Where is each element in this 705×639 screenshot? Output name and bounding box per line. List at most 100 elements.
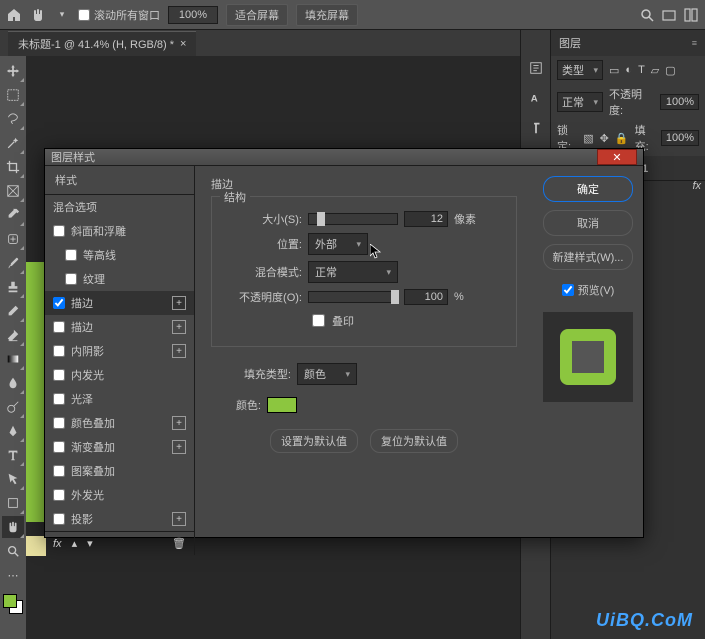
paragraph-panel-icon[interactable] <box>526 118 546 138</box>
fx-color-overlay[interactable]: 颜色叠加+ <box>45 411 194 435</box>
scroll-all-windows-checkbox[interactable]: 滚动所有窗口 <box>78 7 160 23</box>
fill-screen-button[interactable]: 填充屏幕 <box>296 4 358 26</box>
layers-tab-label[interactable]: 图层 <box>559 35 581 51</box>
arrange-icon[interactable] <box>683 7 699 23</box>
add-stroke2-icon[interactable]: + <box>172 320 186 334</box>
size-slider[interactable] <box>308 213 398 225</box>
stamp-tool[interactable] <box>2 276 24 298</box>
fx-footer-trash-icon[interactable]: 🗑 <box>172 537 186 550</box>
opacity-field[interactable]: 100% <box>660 94 699 110</box>
tool-preset-dropdown[interactable]: ▾ <box>54 7 70 23</box>
fx-drop-shadow[interactable]: 投影+ <box>45 507 194 531</box>
fill-type-select[interactable]: 颜色▾ <box>297 363 357 385</box>
zoom-value-field[interactable]: 100% <box>168 6 218 24</box>
fill-type-label: 填充类型: <box>211 366 291 382</box>
crop-tool[interactable] <box>2 156 24 178</box>
fit-screen-button[interactable]: 适合屏幕 <box>226 4 288 26</box>
healing-tool[interactable] <box>2 228 24 250</box>
share-icon[interactable] <box>661 7 677 23</box>
fx-badge[interactable]: fx <box>692 180 701 192</box>
add-stroke-icon[interactable]: + <box>172 296 186 310</box>
document-tab[interactable]: 未标题-1 @ 41.4% (H, RGB/8) * × <box>8 31 196 56</box>
fx-footer-down-icon[interactable]: ▾ <box>87 537 93 550</box>
opacity-slider[interactable] <box>308 291 398 303</box>
ok-button[interactable]: 确定 <box>543 176 633 202</box>
add-innershadow-icon[interactable]: + <box>172 344 186 358</box>
frame-tool[interactable] <box>2 180 24 202</box>
position-select[interactable]: 外部▾ <box>308 233 368 255</box>
fx-outer-glow[interactable]: 外发光 <box>45 483 194 507</box>
fx-satin[interactable]: 光泽 <box>45 387 194 411</box>
history-panel-icon[interactable] <box>526 58 546 78</box>
home-icon[interactable] <box>6 7 22 23</box>
fx-texture[interactable]: 纹理 <box>45 267 194 291</box>
fx-gradient-overlay[interactable]: 渐变叠加+ <box>45 435 194 459</box>
fx-footer-up-icon[interactable]: ▴ <box>72 537 78 550</box>
search-icon[interactable] <box>639 7 655 23</box>
blend-select[interactable]: 正常▾ <box>308 261 398 283</box>
lasso-tool[interactable] <box>2 108 24 130</box>
type-tool[interactable] <box>2 444 24 466</box>
fx-inner-shadow[interactable]: 内阴影+ <box>45 339 194 363</box>
size-field[interactable]: 12 <box>404 211 448 227</box>
dialog-titlebar[interactable]: 图层样式 ✕ <box>45 149 643 166</box>
add-gradoverlay-icon[interactable]: + <box>172 440 186 454</box>
fx-stroke-2[interactable]: 描边+ <box>45 315 194 339</box>
filter-adjust-icon[interactable]: ◐ <box>625 64 632 76</box>
cancel-button[interactable]: 取消 <box>543 210 633 236</box>
preview-checkbox[interactable]: 预览(V) <box>562 282 615 298</box>
zoom-tool[interactable] <box>2 540 24 562</box>
path-select-tool[interactable] <box>2 468 24 490</box>
hand-tool[interactable] <box>2 516 24 538</box>
panel-menu-icon[interactable]: ≡ <box>692 38 697 48</box>
lock-all-icon[interactable]: 🔒 <box>615 132 629 145</box>
fx-bevel[interactable]: 斜面和浮雕 <box>45 219 194 243</box>
filter-shape-icon[interactable]: ▱ <box>651 64 659 77</box>
overprint-checkbox[interactable]: 叠印 <box>308 311 354 330</box>
brush-tool[interactable] <box>2 252 24 274</box>
color-wells[interactable] <box>3 594 23 614</box>
filter-type-icon[interactable]: T <box>638 64 645 76</box>
filter-image-icon[interactable]: ▭ <box>609 64 619 77</box>
set-default-button[interactable]: 设置为默认值 <box>270 429 358 453</box>
color-swatch[interactable] <box>267 397 297 413</box>
edit-toolbar-icon[interactable]: ⋯ <box>2 564 24 586</box>
layer-kind-select[interactable]: 类型▾ <box>557 60 603 80</box>
fx-stroke-active[interactable]: 描边+ <box>45 291 194 315</box>
fill-field[interactable]: 100% <box>661 130 699 146</box>
move-tool[interactable] <box>2 60 24 82</box>
character-panel-icon[interactable]: A <box>526 88 546 108</box>
gradient-tool[interactable] <box>2 348 24 370</box>
pen-tool[interactable] <box>2 420 24 442</box>
marquee-tool[interactable] <box>2 84 24 106</box>
fx-inner-glow[interactable]: 内发光 <box>45 363 194 387</box>
shape-tool[interactable] <box>2 492 24 514</box>
eyedropper-tool[interactable] <box>2 204 24 226</box>
reset-default-button[interactable]: 复位为默认值 <box>370 429 458 453</box>
lock-pixels-icon[interactable]: ▧ <box>583 132 593 145</box>
add-dropshadow-icon[interactable]: + <box>172 512 186 526</box>
opacity-field2[interactable]: 100 <box>404 289 448 305</box>
blend-label: 混合模式: <box>222 264 302 280</box>
close-button[interactable]: ✕ <box>597 149 637 165</box>
structure-group: 结构 大小(S): 12 像素 位置: 外部▾ 混合模式: 正常▾ 不透明度(O… <box>211 196 517 347</box>
magic-wand-tool[interactable] <box>2 132 24 154</box>
blend-mode-select[interactable]: 正常▾ <box>557 92 603 112</box>
history-brush-tool[interactable] <box>2 300 24 322</box>
dodge-tool[interactable] <box>2 396 24 418</box>
lock-position-icon[interactable]: ✥ <box>600 132 609 145</box>
close-tab-icon[interactable]: × <box>180 38 186 50</box>
blending-options-row[interactable]: 混合选项 <box>45 195 194 219</box>
hand-tool-icon[interactable] <box>30 7 46 23</box>
add-coloroverlay-icon[interactable]: + <box>172 416 186 430</box>
stroke-settings: 描边 结构 大小(S): 12 像素 位置: 外部▾ 混合模式: 正常▾ <box>195 166 533 555</box>
color-label: 颜色: <box>211 397 261 413</box>
fx-contour[interactable]: 等高线 <box>45 243 194 267</box>
new-style-button[interactable]: 新建样式(W)... <box>543 244 633 270</box>
fx-pattern-overlay[interactable]: 图案叠加 <box>45 459 194 483</box>
watermark: UiBQ.CoM <box>596 610 693 631</box>
eraser-tool[interactable] <box>2 324 24 346</box>
fx-footer-fx-icon[interactable]: fx <box>53 538 62 550</box>
blur-tool[interactable] <box>2 372 24 394</box>
filter-smart-icon[interactable]: ▢ <box>665 64 675 77</box>
